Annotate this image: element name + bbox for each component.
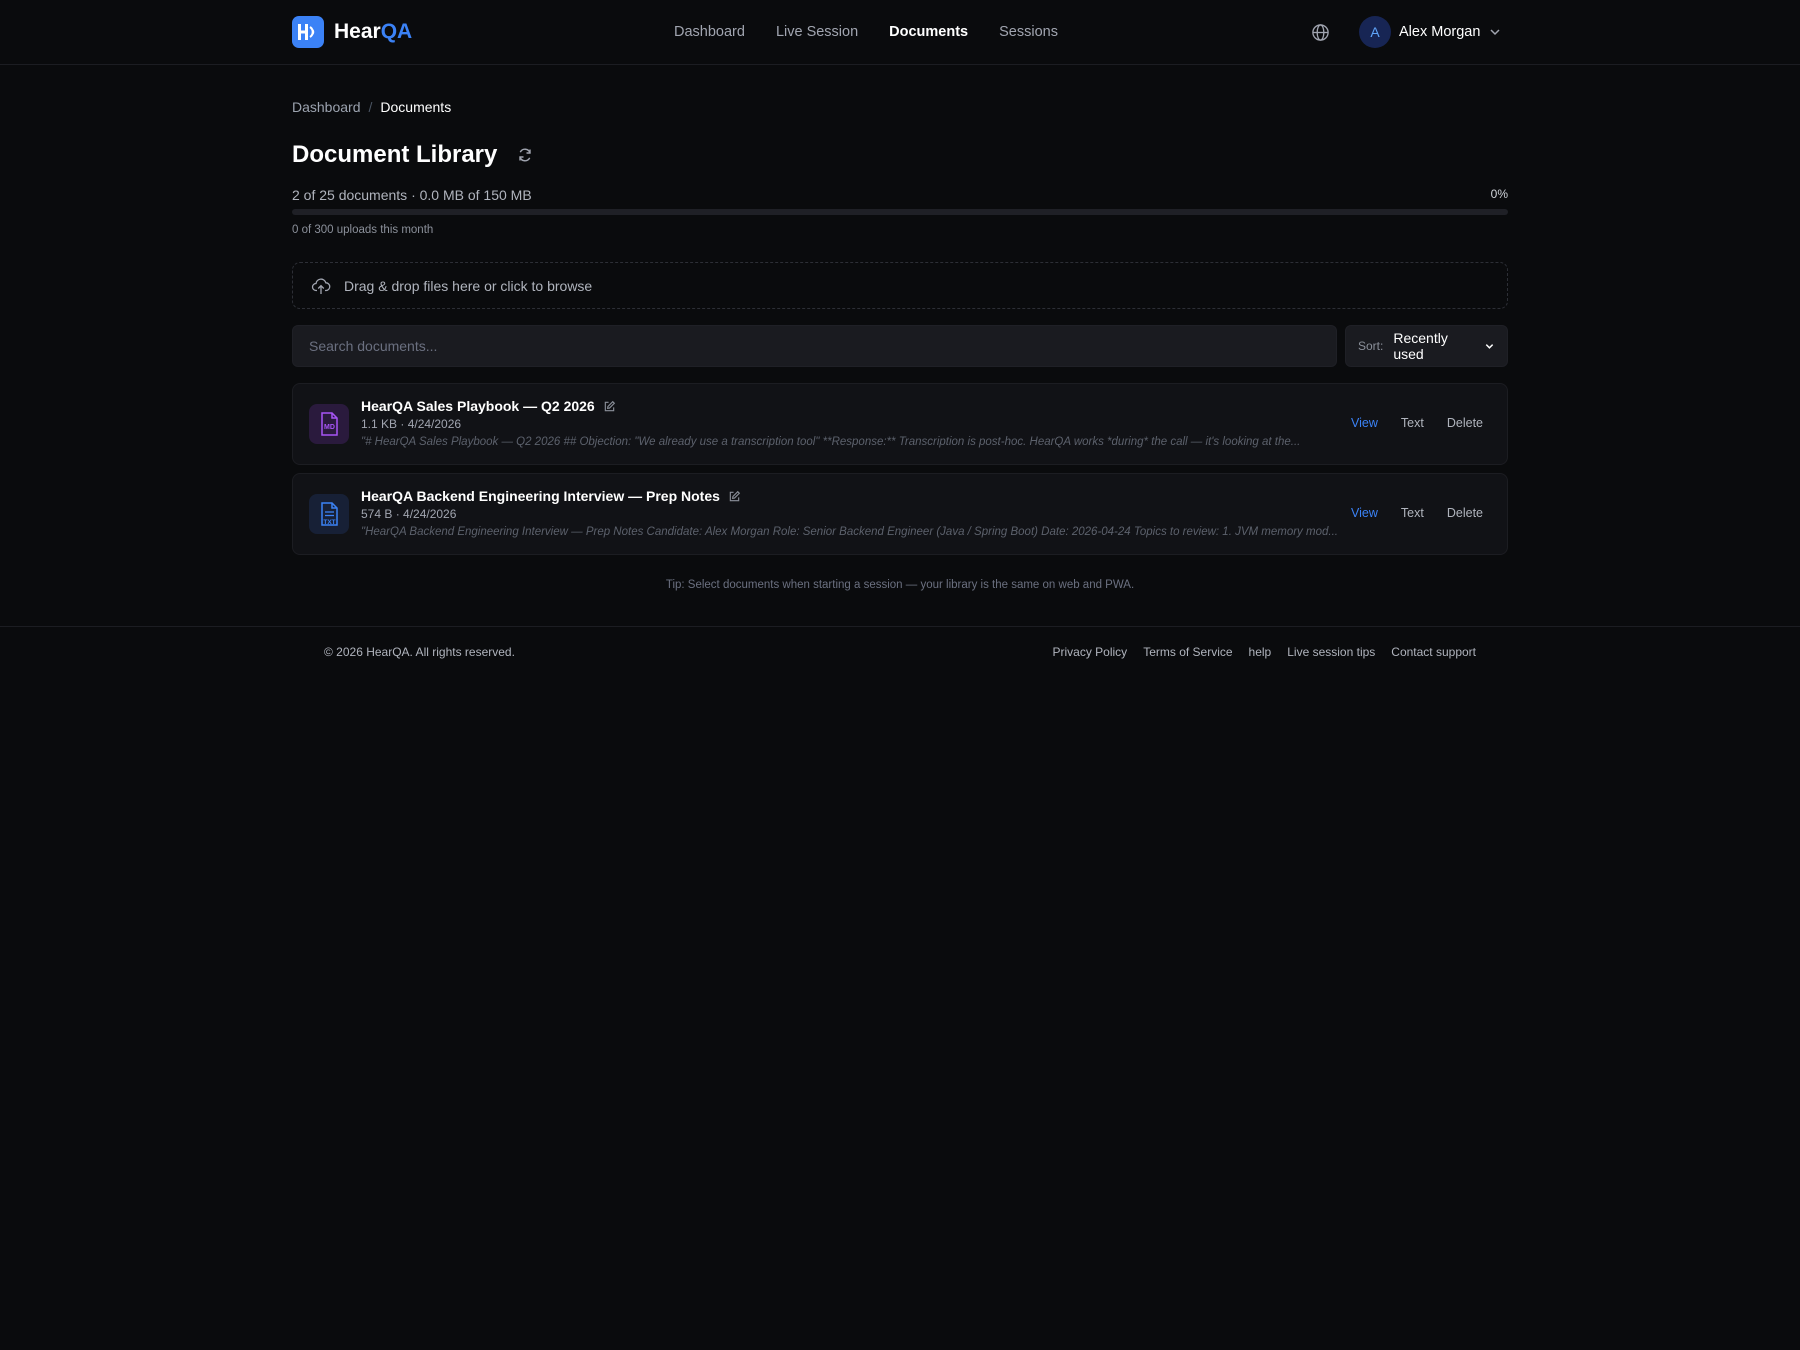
footer-link-privacy-policy[interactable]: Privacy Policy <box>1053 645 1128 659</box>
document-card[interactable]: TXT HearQA Backend Engineering Interview… <box>292 473 1508 555</box>
delete-button[interactable]: Delete <box>1447 506 1483 520</box>
edit-icon[interactable] <box>728 490 741 503</box>
markdown-file-icon: MD <box>309 404 349 444</box>
footer-link-terms-of-service[interactable]: Terms of Service <box>1143 645 1232 659</box>
sort-dropdown[interactable]: Sort: Recently used <box>1345 325 1508 367</box>
file-type-label: MD <box>324 424 335 431</box>
breadcrumb: Dashboard / Documents <box>292 99 451 115</box>
footer-link-contact-support[interactable]: Contact support <box>1391 645 1476 659</box>
avatar: A <box>1359 16 1391 48</box>
footer-links: Privacy Policy Terms of Service help Liv… <box>1053 645 1477 659</box>
search-input[interactable] <box>292 325 1337 367</box>
document-meta: 574 B · 4/24/2026 <box>361 507 457 521</box>
storage-progress-bar <box>292 209 1508 215</box>
copyright: © 2026 HearQA. All rights reserved. <box>324 645 515 659</box>
breadcrumb-current: Documents <box>380 99 452 115</box>
usage-percent: 0% <box>1490 187 1508 201</box>
hearqa-logo-icon <box>292 16 324 48</box>
sort-label: Sort: <box>1358 339 1384 353</box>
text-button[interactable]: Text <box>1401 416 1424 430</box>
cloud-upload-icon <box>311 277 331 294</box>
document-actions: View Text Delete <box>1351 416 1483 430</box>
chevron-down-icon <box>1485 344 1494 349</box>
footer-link-live-session-tips[interactable]: Live session tips <box>1287 645 1375 659</box>
tip-text: Tip: Select documents when starting a se… <box>665 579 1135 591</box>
document-title-row: HearQA Sales Playbook — Q2 2026 <box>361 398 616 414</box>
text-file-icon: TXT <box>309 494 349 534</box>
page-title: Document Library <box>292 141 498 168</box>
document-snippet: "# HearQA Sales Playbook — Q2 2026 ## Ob… <box>361 436 1301 448</box>
file-type-label: TXT <box>323 519 335 526</box>
document-card[interactable]: MD HearQA Sales Playbook — Q2 2026 1.1 K… <box>292 383 1508 465</box>
view-button[interactable]: View <box>1351 506 1378 520</box>
footer: © 2026 HearQA. All rights reserved. Priv… <box>0 626 1800 676</box>
nav-documents[interactable]: Documents <box>889 24 968 40</box>
search-sort-row: Sort: Recently used <box>292 325 1508 367</box>
view-button[interactable]: View <box>1351 416 1378 430</box>
storage-usage: 2 of 25 documents · 0.0 MB of 150 MB 0% <box>292 187 1508 203</box>
delete-button[interactable]: Delete <box>1447 416 1483 430</box>
title-row: Document Library <box>292 141 533 169</box>
nav-dashboard[interactable]: Dashboard <box>674 24 745 40</box>
document-title: HearQA Backend Engineering Interview — P… <box>361 488 720 504</box>
edit-icon[interactable] <box>603 400 616 413</box>
footer-link-help[interactable]: help <box>1249 645 1272 659</box>
top-navigation-bar: HearQA Dashboard Live Session Documents … <box>0 0 1800 65</box>
brand-name-part2: QA <box>380 20 413 43</box>
breadcrumb-dashboard[interactable]: Dashboard <box>292 99 361 115</box>
text-button[interactable]: Text <box>1401 506 1424 520</box>
chevron-down-icon <box>1490 29 1500 36</box>
usage-summary: 2 of 25 documents · 0.0 MB of 150 MB <box>292 187 532 203</box>
document-actions: View Text Delete <box>1351 506 1483 520</box>
sort-value: Recently used <box>1393 330 1448 362</box>
dropzone-text: Drag & drop files here or click to brows… <box>344 277 593 294</box>
document-snippet: "HearQA Backend Engineering Interview — … <box>361 526 1338 538</box>
brand-logo[interactable]: HearQA <box>292 16 412 48</box>
breadcrumb-separator: / <box>368 99 373 115</box>
user-menu[interactable]: A Alex Morgan <box>1359 16 1502 48</box>
document-meta: 1.1 KB · 4/24/2026 <box>361 417 462 431</box>
document-title-row: HearQA Backend Engineering Interview — P… <box>361 488 741 504</box>
uploads-quota: 0 of 300 uploads this month <box>292 224 434 236</box>
file-dropzone[interactable]: Drag & drop files here or click to brows… <box>292 262 1508 309</box>
document-title: HearQA Sales Playbook — Q2 2026 <box>361 398 595 414</box>
nav-live-session[interactable]: Live Session <box>776 24 858 40</box>
nav-sessions[interactable]: Sessions <box>999 24 1058 40</box>
user-name: Alex Morgan <box>1399 24 1481 40</box>
brand-name: HearQA <box>334 20 412 44</box>
refresh-icon[interactable] <box>517 147 533 163</box>
brand-name-part1: Hear <box>334 20 381 43</box>
main-nav: Dashboard Live Session Documents Session… <box>674 24 1058 40</box>
globe-language-icon[interactable] <box>1311 23 1330 42</box>
